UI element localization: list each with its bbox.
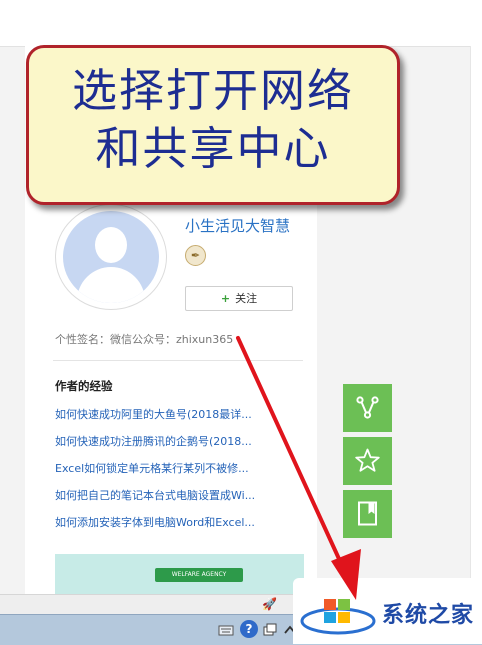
callout-line-1: 选择打开网络 bbox=[71, 64, 354, 117]
experience-link[interactable]: 如何快速成功阿里的大鱼号(2018最详... bbox=[55, 406, 255, 433]
keyboard-icon[interactable] bbox=[218, 622, 234, 638]
follow-button[interactable]: + 关注 bbox=[185, 286, 293, 311]
experience-link[interactable]: Excel如何锁定单元格某行某列不被修... bbox=[55, 460, 255, 487]
experience-link[interactable]: 如何添加安装字体到电脑Word和Excel... bbox=[55, 514, 255, 541]
plus-icon: + bbox=[220, 292, 231, 305]
experience-list: 如何快速成功阿里的大鱼号(2018最详... 如何快速成功注册腾讯的企鹅号(20… bbox=[55, 406, 255, 541]
browser-top-bar bbox=[0, 0, 482, 47]
instruction-callout: 选择打开网络 和共享中心 bbox=[26, 45, 400, 205]
window-restore-icon[interactable] bbox=[262, 622, 278, 638]
avatar[interactable] bbox=[55, 204, 167, 310]
promo-thumbnail[interactable]: WELFARE AGENCY bbox=[55, 554, 304, 594]
bookmark-button[interactable] bbox=[343, 490, 392, 538]
share-button[interactable] bbox=[343, 384, 392, 432]
bookmark-icon bbox=[358, 501, 377, 526]
rocket-icon[interactable]: 🚀 bbox=[262, 597, 277, 611]
experience-section-title: 作者的经验 bbox=[55, 379, 113, 393]
signature-text: 个性签名：微信公众号：zhixun365 bbox=[55, 333, 234, 346]
scrollbar[interactable] bbox=[470, 46, 482, 594]
divider bbox=[53, 360, 303, 361]
help-icon[interactable]: ? bbox=[240, 620, 258, 638]
share-icon bbox=[356, 396, 379, 419]
author-name-link[interactable]: 小生活见大智慧 bbox=[185, 215, 290, 236]
experience-link[interactable]: 如何快速成功注册腾讯的企鹅号(2018... bbox=[55, 433, 255, 460]
avatar-placeholder-icon bbox=[63, 211, 159, 303]
author-level-badge-icon: ✒ bbox=[185, 245, 206, 266]
experience-link[interactable]: 如何把自己的笔记本台式电脑设置成Wi... bbox=[55, 487, 255, 514]
system-home-logo-icon bbox=[300, 599, 376, 635]
follow-button-label: 关注 bbox=[235, 292, 258, 305]
watermark-text: 系统之家 bbox=[382, 603, 475, 628]
star-icon bbox=[355, 448, 380, 472]
callout-line-2: 和共享中心 bbox=[95, 122, 331, 175]
favorite-button[interactable] bbox=[343, 437, 392, 485]
thumbnail-banner: WELFARE AGENCY bbox=[155, 568, 243, 582]
